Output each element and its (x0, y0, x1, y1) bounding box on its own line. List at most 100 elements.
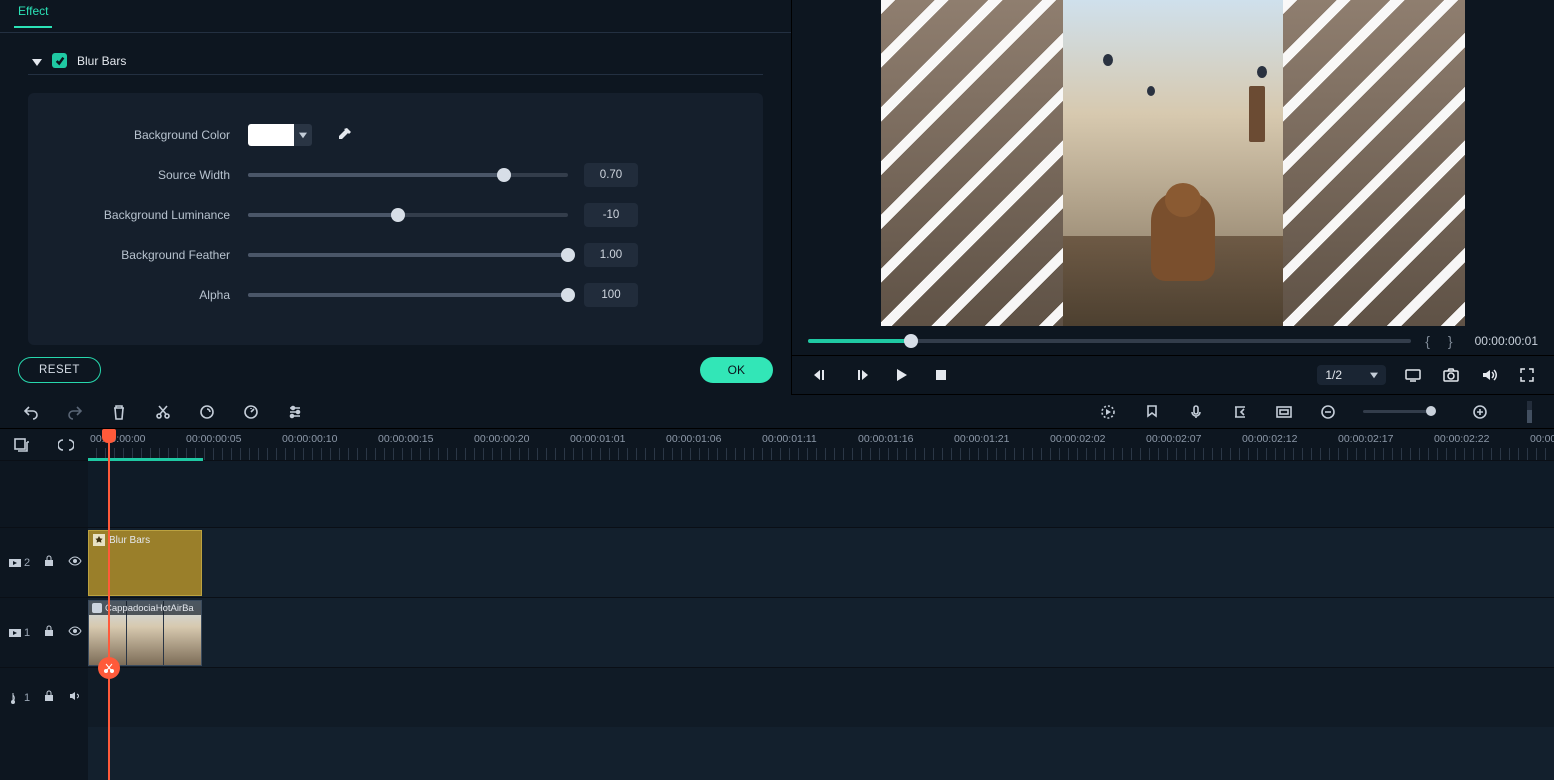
track-video[interactable]: CappadociaHotAirBa (88, 597, 1554, 667)
delete-icon[interactable] (110, 403, 128, 421)
timeline: 2 1 1 00:00:00:0000:00:00:0500:00:00:100… (0, 429, 1554, 780)
color-swatch[interactable] (248, 124, 294, 146)
record-voiceover-icon[interactable] (1187, 403, 1205, 421)
ruler-tick: 00:00:01:16 (856, 429, 913, 460)
ruler-tick: 00:00:01:01 (568, 429, 625, 460)
snapshot-icon[interactable] (1440, 364, 1462, 386)
clip-name: CappadociaHotAirBa (105, 603, 194, 614)
time-ruler[interactable]: 00:00:00:00 00:00:00:05 00:00:00:10 00:00:0… (88, 429, 1554, 461)
ruler-tick: 00:00:00:00 (88, 429, 145, 460)
track-number: 1 (24, 627, 30, 639)
video-clip-icon (92, 603, 102, 613)
timeline-zoom-slider[interactable] (1363, 410, 1433, 413)
tab-bar: Effect (0, 0, 791, 33)
bracket-close[interactable]: } (1444, 333, 1457, 349)
slider-background-feather[interactable] (248, 253, 568, 257)
redo-icon[interactable] (66, 403, 84, 421)
track-spacer (88, 461, 1554, 527)
eyedropper-icon[interactable] (336, 127, 352, 143)
safe-zone-icon[interactable] (1275, 403, 1293, 421)
play-button[interactable] (888, 362, 914, 388)
effect-section-header[interactable]: Blur Bars (28, 47, 763, 75)
value-background-feather[interactable]: 1.00 (584, 243, 638, 267)
ruler-tick: 00:00:02:22 (1432, 429, 1489, 460)
track-area[interactable]: 00:00:00:00 00:00:00:05 00:00:00:10 00:00:0… (88, 429, 1554, 780)
effect-params: Background Color Source Width 0.70 Backg… (28, 93, 763, 345)
balloon-icon (1103, 54, 1113, 66)
label-background-feather: Background Feather (48, 248, 248, 262)
ruler-tick: 00:00:00:10 (280, 429, 337, 460)
slider-background-luminance[interactable] (248, 213, 568, 217)
audio-mixer-icon[interactable] (1231, 403, 1249, 421)
preview-timecode: 00:00:00:01 (1475, 334, 1538, 348)
track-effect[interactable]: Blur Bars (88, 527, 1554, 597)
split-icon[interactable] (154, 403, 172, 421)
clip-effect[interactable]: Blur Bars (88, 530, 202, 596)
clip-video[interactable]: CappadociaHotAirBa (88, 600, 202, 666)
preview-zoom-select[interactable]: 1/2 (1317, 365, 1386, 385)
bracket-open[interactable]: { (1421, 333, 1434, 349)
track-number: 2 (24, 557, 30, 569)
zoom-out-icon[interactable] (1319, 403, 1337, 421)
track-header-video[interactable]: 1 (0, 597, 88, 667)
ruler-tick: 00:00:00:20 (472, 429, 529, 460)
split-cursor-icon[interactable] (98, 657, 120, 679)
speed-icon[interactable] (242, 403, 260, 421)
stop-button[interactable] (928, 362, 954, 388)
preview-viewport (792, 0, 1554, 327)
track-audio[interactable] (88, 667, 1554, 727)
lock-icon[interactable] (42, 624, 56, 641)
lock-icon[interactable] (42, 554, 56, 571)
value-source-width[interactable]: 0.70 (584, 163, 638, 187)
blur-bar-left (881, 0, 1063, 326)
color-dropdown[interactable] (294, 124, 312, 146)
fullscreen-icon[interactable] (1516, 364, 1538, 386)
param-source-width: Source Width 0.70 (48, 155, 743, 195)
marker-icon[interactable] (1143, 403, 1161, 421)
next-frame-button[interactable] (848, 362, 874, 388)
blur-bar-right (1283, 0, 1465, 326)
effect-name: Blur Bars (77, 54, 126, 68)
effect-enabled-checkbox[interactable] (52, 53, 67, 68)
visibility-icon[interactable] (68, 624, 82, 641)
ruler-tick: 00:00:01:06 (664, 429, 721, 460)
reset-button[interactable]: RESET (18, 357, 101, 383)
visibility-icon[interactable] (68, 554, 82, 571)
render-icon[interactable] (1099, 403, 1117, 421)
value-background-luminance[interactable]: -10 (584, 203, 638, 227)
ruler-tick: 00:00:00:15 (376, 429, 433, 460)
manage-tracks-icon[interactable] (13, 436, 31, 454)
effect-clip-icon (93, 534, 105, 546)
label-source-width: Source Width (48, 168, 248, 182)
param-alpha: Alpha 100 (48, 275, 743, 315)
label-alpha: Alpha (48, 288, 248, 302)
ruler-tick: 00:00:00:05 (184, 429, 241, 460)
track-header-effect[interactable]: 2 (0, 527, 88, 597)
ruler-tick: 00:00:02:02 (1048, 429, 1105, 460)
prev-frame-button[interactable] (808, 362, 834, 388)
ruler-tick: 00:00:0 (1528, 429, 1554, 460)
slider-alpha[interactable] (248, 293, 568, 297)
undo-icon[interactable] (22, 403, 40, 421)
auto-ripple-icon[interactable] (57, 436, 75, 454)
lock-icon[interactable] (42, 689, 56, 706)
track-header-audio[interactable]: 1 (0, 667, 88, 727)
value-alpha[interactable]: 100 (584, 283, 638, 307)
display-settings-icon[interactable] (1402, 364, 1424, 386)
adjust-icon[interactable] (286, 403, 304, 421)
playhead-handle[interactable] (102, 429, 116, 443)
crop-icon[interactable] (198, 403, 216, 421)
preview-scrubber[interactable] (808, 339, 1411, 343)
slider-source-width[interactable] (248, 173, 568, 177)
zoom-in-icon[interactable] (1471, 403, 1489, 421)
mute-icon[interactable] (68, 689, 82, 706)
ok-button[interactable]: OK (700, 357, 773, 383)
ruler-tick: 00:00:01:11 (760, 429, 817, 460)
volume-icon[interactable] (1478, 364, 1500, 386)
preview-panel: { } 00:00:00:01 1/2 (792, 0, 1554, 395)
work-area[interactable] (88, 458, 203, 461)
audio-meter (1527, 401, 1532, 423)
caret-down-icon (32, 56, 42, 66)
tab-effect[interactable]: Effect (14, 4, 52, 28)
decor-glass (1249, 86, 1265, 142)
